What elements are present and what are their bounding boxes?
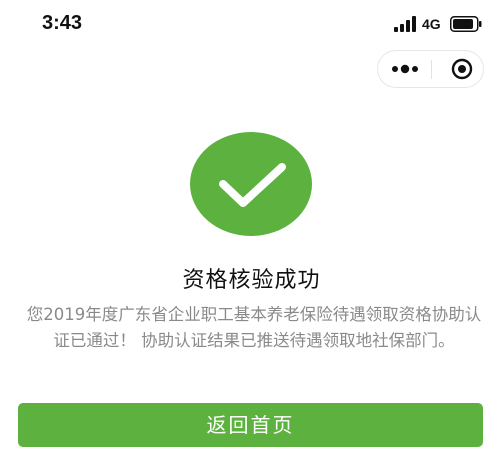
- result-description: 您2019年度广东省企业职工基本养老保险待遇领取资格协助认证已通过！ 协助认证结…: [26, 305, 482, 350]
- battery-icon: [450, 16, 482, 32]
- close-icon: [451, 58, 473, 80]
- close-button[interactable]: [432, 51, 483, 87]
- home-button[interactable]: 返回首页: [18, 403, 483, 447]
- screen: 3:43 4G 资格核验成功 您2019年度广东省企业职工基本养老保险待遇领取资…: [0, 0, 503, 465]
- more-icon: [392, 64, 418, 74]
- signal-icon: [394, 16, 416, 32]
- result-title: 资格核验成功: [182, 268, 321, 293]
- status-time: 3:43: [42, 12, 83, 34]
- more-button[interactable]: [378, 51, 431, 87]
- network-label: 4G: [422, 16, 441, 32]
- check-icon: [190, 132, 312, 236]
- mini-program-capsule: [377, 50, 484, 88]
- status-bar: 3:43 4G: [0, 0, 503, 48]
